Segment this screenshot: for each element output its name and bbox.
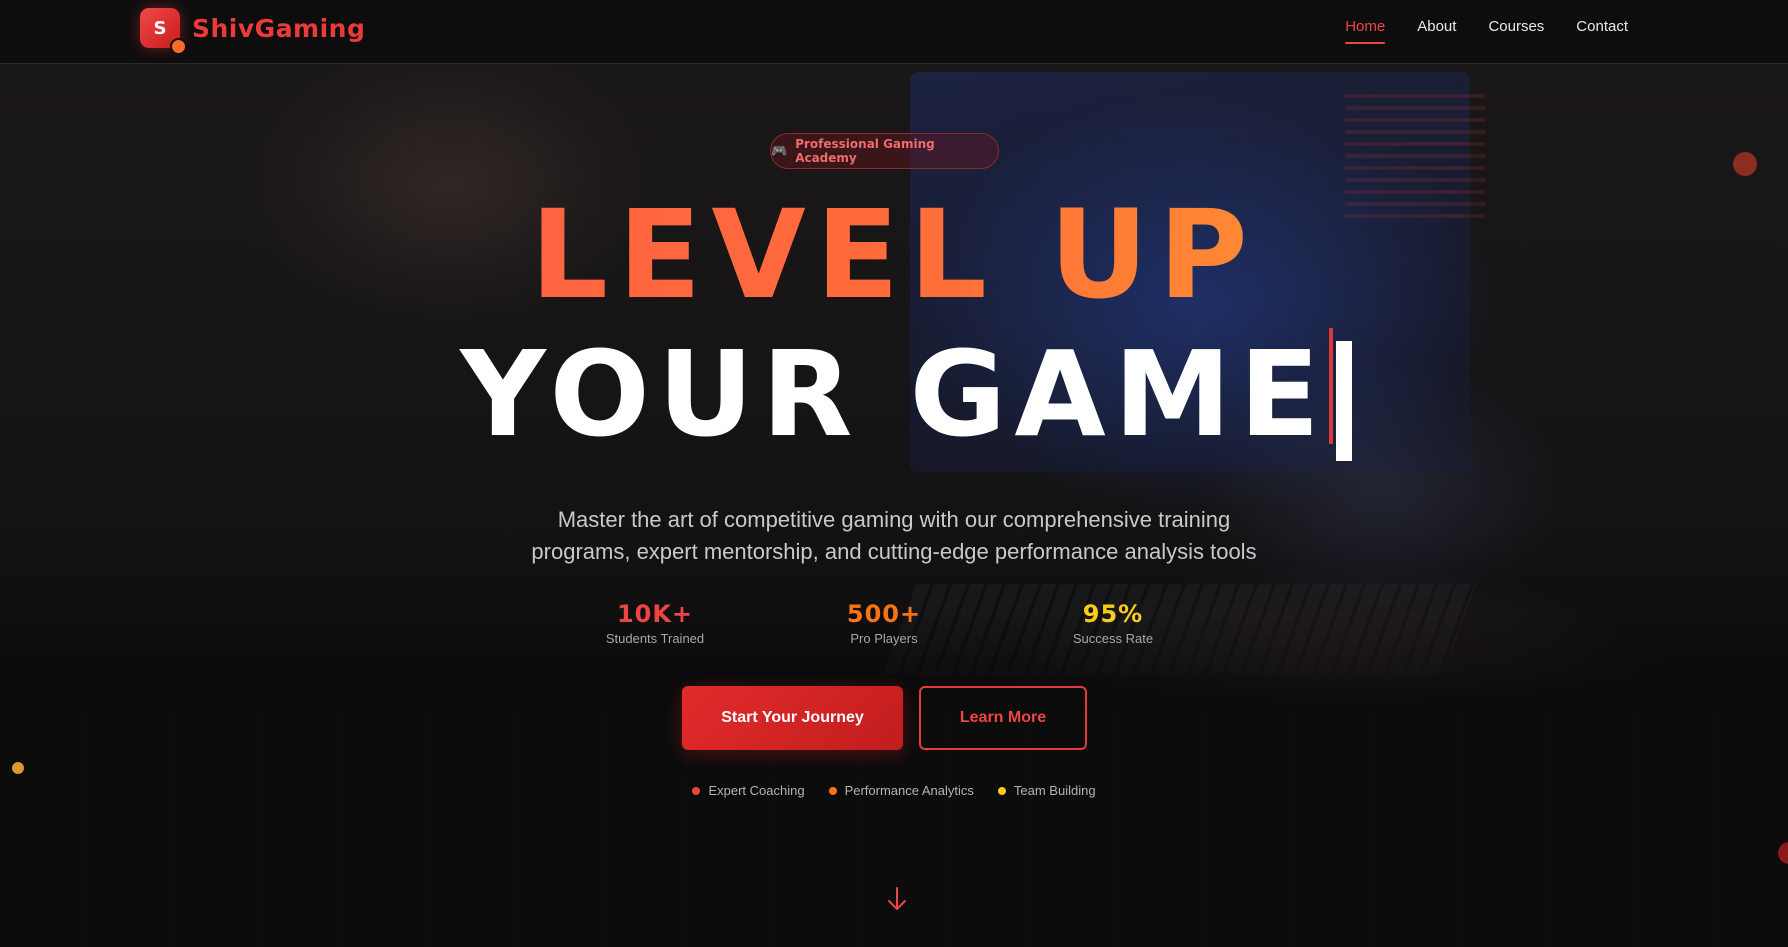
arrow-down-icon[interactable] (886, 886, 908, 912)
nav-item-contact[interactable]: Contact (1576, 18, 1628, 47)
main-nav: Home About Courses Contact (1345, 18, 1628, 47)
feature-item: Performance Analytics (828, 783, 974, 798)
logo[interactable]: S ShivGaming (140, 8, 366, 55)
feature-list: Expert Coaching Performance Analytics Te… (0, 783, 1788, 798)
decorative-orb-left (12, 762, 24, 774)
gamepad-icon: 🎮 (771, 143, 788, 159)
stats-row: 10K+ Students Trained 500+ Pro Players 9… (0, 600, 1788, 660)
stat-value: 95% (1082, 600, 1144, 628)
learn-more-button[interactable]: Learn More (919, 686, 1087, 750)
stat-pro-players: 500+ Pro Players (784, 600, 984, 646)
headline-line-1: LEVEL UP (0, 190, 1788, 320)
feature-label: Expert Coaching (708, 783, 805, 798)
logo-dot (170, 38, 187, 55)
stat-value: 10K+ (616, 600, 694, 628)
feature-item: Team Building (997, 783, 1096, 798)
hero-subtitle-line-2: programs, expert mentorship, and cutting… (531, 539, 1257, 564)
logo-letter: S (153, 17, 167, 39)
nav-item-home[interactable]: Home (1345, 18, 1386, 47)
headline-line-2: YOUR GAME (460, 325, 1328, 463)
stat-label: Success Rate (1072, 631, 1154, 646)
academy-badge: 🎮 Professional Gaming Academy (770, 133, 999, 169)
dot-icon (997, 786, 1006, 795)
nav-item-about[interactable]: About (1417, 18, 1456, 47)
nav-item-courses[interactable]: Courses (1488, 18, 1544, 47)
feature-label: Performance Analytics (844, 783, 974, 798)
feature-label: Team Building (1013, 783, 1096, 798)
logo-badge: S (140, 8, 187, 55)
logo-text: ShivGaming (192, 13, 366, 43)
hero-subtitle: Master the art of competitive gaming wit… (494, 504, 1294, 568)
typing-cursor (1336, 341, 1352, 461)
dot-icon (692, 786, 701, 795)
typing-cursor-shadow (1329, 328, 1333, 444)
decorative-orb-top-right (1733, 152, 1757, 176)
academy-badge-label: Professional Gaming Academy (795, 137, 935, 165)
dot-icon (828, 786, 837, 795)
feature-item: Expert Coaching (692, 783, 805, 798)
stat-value: 500+ (846, 600, 922, 628)
site-header: S ShivGaming Home About Courses Contact (0, 0, 1788, 64)
stat-success-rate: 95% Success Rate (1013, 600, 1213, 646)
hero-subtitle-line-1: Master the art of competitive gaming wit… (557, 507, 1231, 532)
stat-label: Pro Players (850, 631, 918, 646)
stat-students: 10K+ Students Trained (555, 600, 755, 646)
stat-label: Students Trained (605, 631, 705, 646)
start-journey-button[interactable]: Start Your Journey (682, 686, 903, 750)
